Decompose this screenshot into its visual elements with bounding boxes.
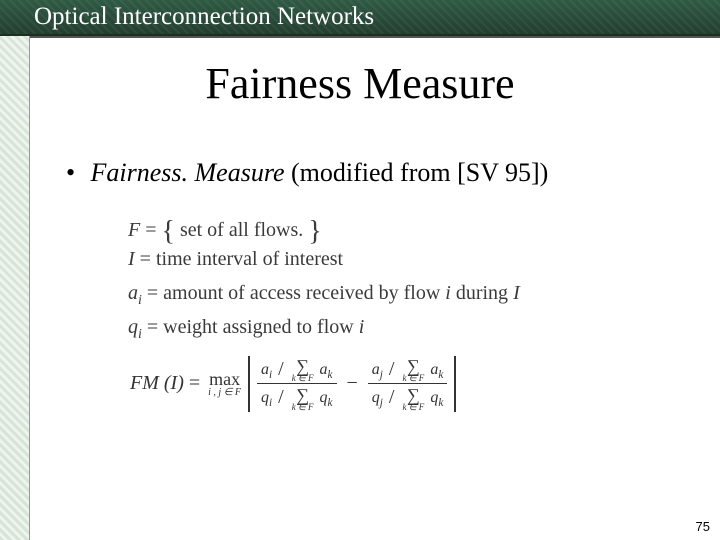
fraction-i-den: qi / ∑ k ∈ F qk bbox=[257, 384, 336, 411]
fraction-i-num: ai / ∑ k ∈ F ak bbox=[257, 356, 336, 383]
sum-ak: ∑ k ∈ F bbox=[292, 358, 314, 382]
eq-sign: = bbox=[140, 248, 151, 270]
eq-sign: = bbox=[147, 282, 158, 304]
fm-of-I: FM (I) bbox=[130, 372, 184, 394]
sigma-icon: ∑ bbox=[407, 358, 420, 374]
var-a: a bbox=[320, 361, 328, 378]
def-q-sub: i bbox=[138, 327, 142, 342]
def-F-rhs: set of all flows. bbox=[180, 219, 303, 241]
def-a-Ivar: I bbox=[513, 282, 520, 304]
brace-left-icon: { bbox=[162, 216, 175, 247]
sigma-icon: ∑ bbox=[296, 387, 309, 403]
eq-sign: = bbox=[147, 316, 158, 338]
fraction-i: ai / ∑ k ∈ F ak qi / ∑ k ∈ F qk bbox=[257, 356, 336, 412]
bullet-term: Fairness. Measure bbox=[91, 158, 285, 187]
def-q-lhs: q bbox=[128, 316, 138, 338]
def-F-lhs: F bbox=[128, 219, 140, 241]
sum-qk: ∑ k ∈ F bbox=[292, 387, 314, 411]
header-divider bbox=[30, 36, 720, 38]
sigma-icon: ∑ bbox=[296, 358, 309, 374]
def-a-text2: during bbox=[451, 282, 513, 304]
header-title: Optical Interconnection Networks bbox=[34, 3, 374, 31]
var-q: q bbox=[372, 389, 380, 406]
sum-qk: ∑ k ∈ F bbox=[402, 387, 424, 411]
sub-k: k bbox=[438, 369, 443, 381]
sub-k: k bbox=[328, 398, 333, 410]
var-a: a bbox=[372, 361, 380, 378]
def-a-text1: amount of access received by flow bbox=[163, 282, 445, 304]
fraction-j-num: aj / ∑ k ∈ F ak bbox=[368, 356, 447, 383]
definition-q: qi = weight assigned to flow i bbox=[128, 316, 364, 343]
sub-k: k bbox=[438, 398, 443, 410]
sub-j: j bbox=[380, 398, 383, 410]
sub-k: k bbox=[328, 369, 333, 381]
sub-i: i bbox=[269, 398, 272, 410]
def-a-sub: i bbox=[138, 293, 142, 308]
slash-icon: / bbox=[389, 358, 395, 380]
sum-ak: ∑ k ∈ F bbox=[402, 358, 424, 382]
sum-cond: k ∈ F bbox=[292, 403, 314, 411]
sum-cond: k ∈ F bbox=[402, 403, 424, 411]
formula-fm: FM (I) = max i , j ∈ F ai / ∑ k ∈ F ak q… bbox=[130, 356, 459, 412]
slash-icon: / bbox=[389, 386, 395, 408]
definition-I: I = time interval of interest bbox=[128, 248, 343, 271]
def-I-rhs: time interval of interest bbox=[156, 248, 343, 270]
fraction-j-den: qj / ∑ k ∈ F qk bbox=[368, 384, 447, 411]
slash-icon: / bbox=[278, 386, 284, 408]
brace-right-icon: } bbox=[308, 216, 321, 247]
var-q: q bbox=[320, 389, 328, 406]
slide-title: Fairness Measure bbox=[0, 58, 720, 109]
formula-lhs: FM (I) = bbox=[130, 372, 200, 395]
page-number: 75 bbox=[696, 519, 710, 534]
def-I-lhs: I bbox=[128, 248, 135, 270]
definition-a: ai = amount of access received by flow i… bbox=[128, 282, 520, 309]
sub-j: j bbox=[380, 369, 383, 381]
max-operator: max i , j ∈ F bbox=[208, 370, 241, 398]
eq-sign: = bbox=[189, 372, 200, 394]
bullet-item: • Fairness. Measure (modified from [SV 9… bbox=[66, 158, 548, 188]
bullet-rest: (modified from [SV 95]) bbox=[291, 158, 548, 187]
var-q: q bbox=[261, 389, 269, 406]
sigma-icon: ∑ bbox=[407, 387, 420, 403]
sub-i: i bbox=[269, 369, 272, 381]
eq-sign: = bbox=[145, 219, 156, 241]
def-q-i: i bbox=[359, 316, 365, 338]
definition-F: F = { set of all flows. } bbox=[128, 212, 322, 244]
sum-cond: k ∈ F bbox=[292, 374, 314, 382]
header-bar: Optical Interconnection Networks bbox=[0, 0, 720, 36]
bullet-dot: • bbox=[66, 158, 84, 188]
abs-bar-left-icon bbox=[248, 356, 250, 412]
sum-cond: k ∈ F bbox=[402, 374, 424, 382]
fraction-j: aj / ∑ k ∈ F ak qj / ∑ k ∈ F qk bbox=[368, 356, 447, 412]
max-condition: i , j ∈ F bbox=[208, 388, 241, 398]
minus-icon: − bbox=[347, 372, 358, 395]
slash-icon: / bbox=[278, 358, 284, 380]
abs-bar-right-icon bbox=[454, 356, 456, 412]
left-decorative-strip bbox=[0, 36, 30, 540]
formula-row: FM (I) = max i , j ∈ F ai / ∑ k ∈ F ak q… bbox=[130, 356, 459, 412]
max-label: max bbox=[209, 370, 240, 388]
def-a-lhs: a bbox=[128, 282, 138, 304]
var-a: a bbox=[261, 361, 269, 378]
def-q-text: weight assigned to flow bbox=[163, 316, 359, 338]
